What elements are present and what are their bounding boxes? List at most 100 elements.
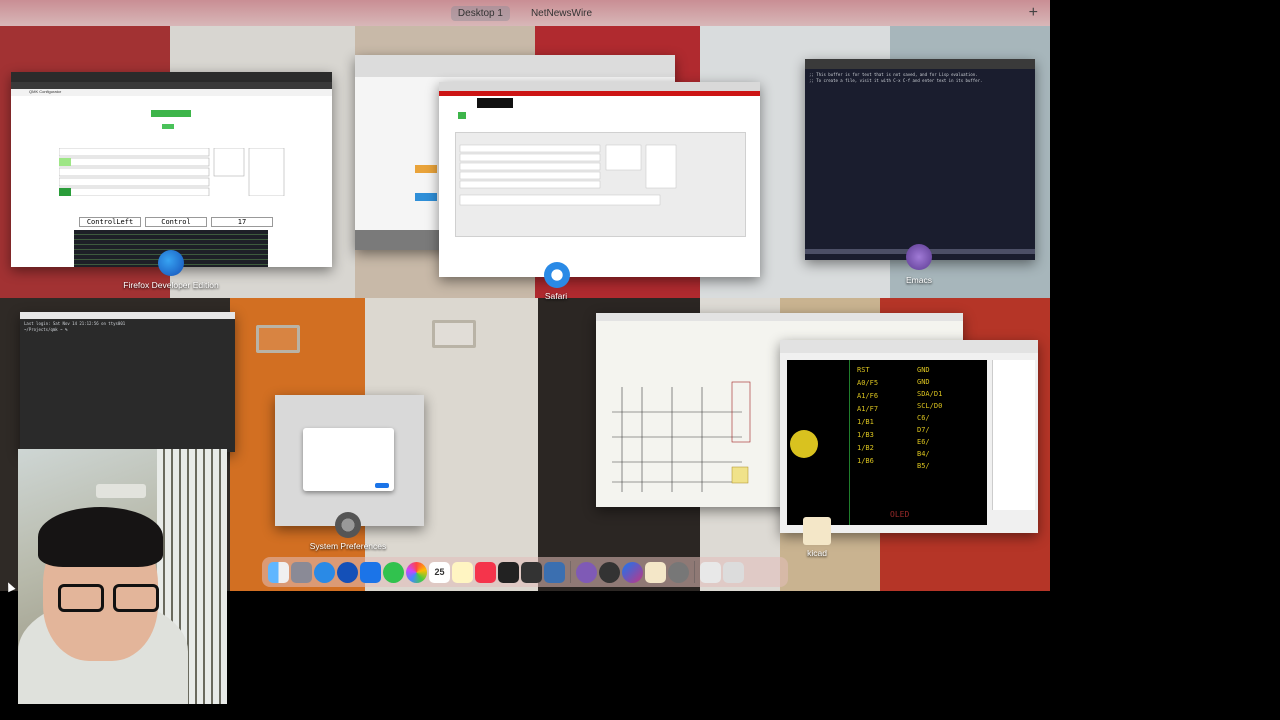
obs-icon[interactable] [599, 561, 620, 583]
pin-label: GND [917, 366, 930, 374]
air-conditioner [96, 484, 146, 498]
pin-label: A1/F6 [857, 392, 879, 400]
system-preferences-icon[interactable] [335, 512, 361, 538]
firefox-toolbar [11, 82, 332, 89]
keyboard-keys-safari [459, 144, 677, 206]
firefox-icon[interactable] [158, 250, 184, 276]
pin-label: E6/ [917, 438, 930, 446]
finder-icon[interactable] [268, 561, 289, 583]
pin-label: C6/ [917, 414, 930, 422]
pin-label: 1/B3 [857, 431, 874, 439]
space-desktop-1[interactable]: Desktop 1 [450, 5, 510, 21]
webcam-overlay [18, 449, 227, 704]
person-hair [38, 507, 163, 567]
system-preferences-icon[interactable] [668, 561, 689, 583]
space-netnewswire[interactable]: NetNewsWire [524, 6, 599, 21]
notes-icon[interactable] [452, 561, 473, 583]
terminal-titlebar [20, 312, 235, 319]
dark-tab-bar [477, 98, 513, 108]
kicad-label: kicad [807, 548, 827, 558]
pcb-canvas: RST A0/F5 A1/F6 A1/F7 1/B1 1/B3 1/B2 1/B… [787, 360, 987, 525]
spaces-bar: Desktop 1 NetNewsWire [0, 0, 1050, 26]
firefox-titlebar [11, 72, 332, 82]
dock: 25 [262, 557, 788, 587]
firefox-label: Firefox Developer Edition [123, 280, 219, 290]
qmk-page-title: QMK Configurator [11, 89, 332, 96]
pin-label: B4/ [917, 450, 930, 458]
music-icon[interactable] [475, 561, 496, 583]
safari-window-front[interactable] [439, 82, 760, 277]
add-space-button[interactable]: + [1029, 4, 1038, 22]
safari-label: Safari [544, 291, 568, 301]
pin-label: B5/ [917, 462, 930, 470]
orange-badge [415, 165, 437, 173]
emacs-label: Emacs [906, 275, 932, 285]
pin-label: A1/F7 [857, 405, 879, 413]
emacs-text-line: ;; To create a file, visit it with C-x C… [809, 78, 983, 83]
pin-label: D7/ [917, 426, 930, 434]
pin-label: 1/B1 [857, 418, 874, 426]
terminal-window[interactable]: Last login: Sat Nov 14 21:12:56 on ttys0… [20, 312, 235, 452]
schematic-toolbar [596, 313, 963, 321]
pin-label: SCL/D0 [917, 402, 943, 410]
pin-label: SDA/D1 [917, 390, 943, 398]
emacs-window[interactable]: ;; This buffer is for text that is not s… [805, 59, 1035, 260]
psi-icon[interactable] [521, 561, 542, 583]
tasks-icon[interactable] [544, 561, 565, 583]
glasses-right [113, 584, 159, 612]
trash-icon[interactable] [723, 561, 744, 583]
preferences-dialog [303, 428, 394, 491]
emacs-icon[interactable] [576, 561, 597, 583]
compile-button[interactable] [151, 110, 191, 117]
layers-panel [992, 360, 1035, 510]
green-button[interactable] [458, 112, 466, 119]
keycode-row: ControlLeft Control 17 [79, 217, 273, 227]
safari-toolbar [355, 55, 675, 77]
kicad-icon[interactable] [803, 517, 831, 545]
warning-banner [439, 91, 760, 96]
pin-label: A0/F5 [857, 379, 879, 387]
xcode-icon[interactable] [360, 561, 381, 583]
document-icon[interactable] [700, 561, 721, 583]
key-field[interactable]: Control [145, 217, 207, 227]
keyboard-keys [59, 148, 285, 196]
cabinet-handle [432, 320, 476, 348]
blue-badge [415, 193, 437, 201]
firefox-window[interactable]: QMK Configurator ControlLeft Control 17 [11, 72, 332, 267]
photos-icon[interactable] [406, 561, 427, 583]
cabinet-handle [256, 325, 300, 353]
ok-button[interactable] [375, 483, 389, 488]
pcb-toolbar [780, 340, 1038, 353]
system-preferences-window[interactable] [275, 395, 424, 526]
keyboard-editor [455, 132, 746, 237]
pin-label: GND [917, 378, 930, 386]
pcb-oled-label: OLED [890, 510, 910, 519]
emacs-icon[interactable] [906, 244, 932, 270]
kicad-pcb-window[interactable]: RST A0/F5 A1/F6 A1/F7 1/B1 1/B3 1/B2 1/B… [780, 340, 1038, 533]
launchpad-icon[interactable] [291, 561, 312, 583]
terminal-icon[interactable] [498, 561, 519, 583]
dock-separator [694, 561, 695, 583]
pcb-right-pins: GND GND SDA/D1 SCL/D0 C6/ D7/ E6/ B4/ B5… [917, 366, 942, 470]
calendar-icon[interactable]: 25 [429, 561, 450, 583]
messenger-icon[interactable] [622, 561, 643, 583]
pcb-left-pins: RST A0/F5 A1/F6 A1/F7 1/B1 1/B3 1/B2 1/B… [857, 366, 878, 465]
messages-icon[interactable] [383, 561, 404, 583]
kicad-icon[interactable] [645, 561, 666, 583]
safari-icon[interactable] [314, 561, 335, 583]
pin-label: 1/B2 [857, 444, 874, 452]
key-highlight [162, 124, 174, 129]
pin-label: 1/B6 [857, 457, 874, 465]
system-preferences-label: System Preferences [309, 541, 387, 551]
safari-tabs [439, 82, 760, 91]
code-field[interactable]: 17 [211, 217, 273, 227]
safari-icon[interactable] [544, 262, 570, 288]
firefox-icon[interactable] [337, 561, 358, 583]
pcb-pad [790, 430, 818, 458]
pin-label: RST [857, 366, 870, 374]
emacs-titlebar [805, 59, 1035, 69]
glasses-left [58, 584, 104, 612]
terminal-line: ~/Projects/qmk ~ % [24, 327, 68, 332]
dock-separator [570, 561, 571, 583]
keycode-field[interactable]: ControlLeft [79, 217, 141, 227]
